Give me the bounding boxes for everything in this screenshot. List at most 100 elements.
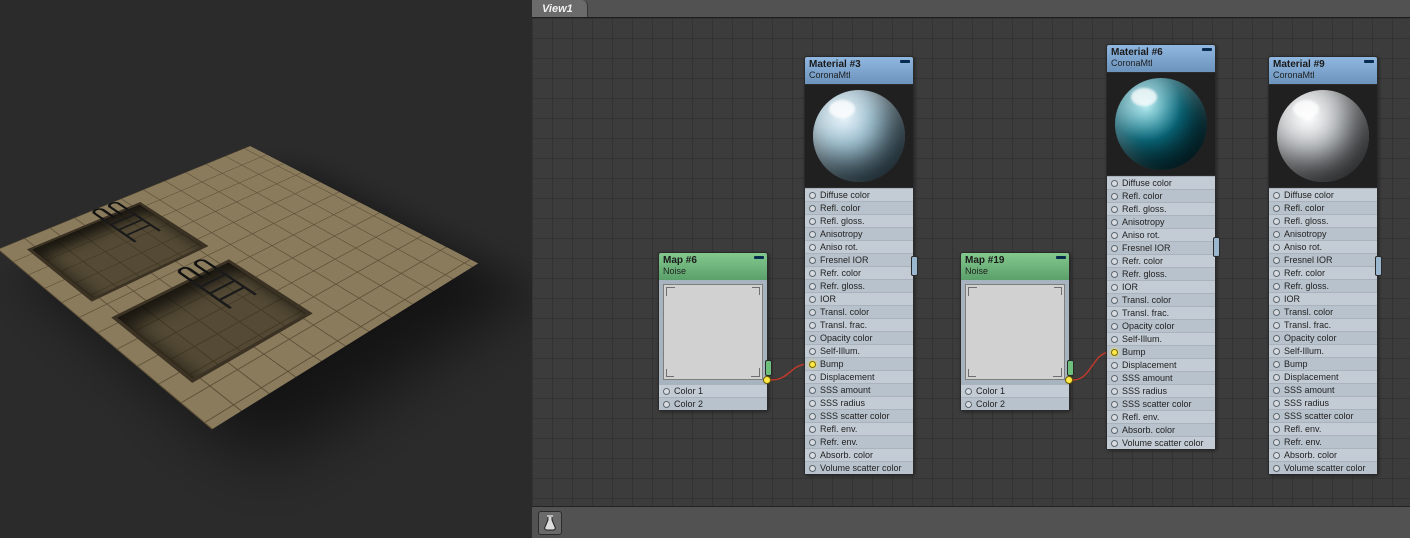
- node-canvas[interactable]: Map #6NoiseColor 1Color 2 Map #19Noise Col…: [532, 18, 1410, 506]
- slot[interactable]: Anisotropy: [1269, 227, 1377, 240]
- slot[interactable]: Color 2: [961, 397, 1069, 410]
- slot-socket[interactable]: [809, 361, 816, 368]
- slot-socket[interactable]: [965, 388, 972, 395]
- slot-socket[interactable]: [809, 322, 816, 329]
- slot-socket[interactable]: [809, 413, 816, 420]
- slot[interactable]: Opacity color: [805, 331, 913, 344]
- slot[interactable]: Refr. gloss.: [1107, 267, 1215, 280]
- slot[interactable]: Diffuse color: [1269, 188, 1377, 201]
- slot[interactable]: Transl. color: [1269, 305, 1377, 318]
- slot[interactable]: Self-Illum.: [1107, 332, 1215, 345]
- slot-socket[interactable]: [809, 335, 816, 342]
- slot-socket[interactable]: [809, 348, 816, 355]
- slot[interactable]: IOR: [805, 292, 913, 305]
- slot-socket[interactable]: [809, 400, 816, 407]
- node-output[interactable]: [911, 256, 918, 276]
- material-preview[interactable]: [1107, 72, 1215, 176]
- slot-socket[interactable]: [1111, 271, 1118, 278]
- slot[interactable]: Bump: [805, 357, 913, 370]
- node-mat6[interactable]: Material #6CoronaMtlDiffuse colorRefl. c…: [1106, 44, 1216, 450]
- slot[interactable]: Refr. color: [1269, 266, 1377, 279]
- slot-socket[interactable]: [809, 374, 816, 381]
- slot-socket[interactable]: [809, 439, 816, 446]
- slot-socket[interactable]: [1111, 349, 1118, 356]
- slot-socket[interactable]: [1111, 362, 1118, 369]
- slot-socket[interactable]: [809, 257, 816, 264]
- slot-socket[interactable]: [1111, 284, 1118, 291]
- slot[interactable]: Opacity color: [1269, 331, 1377, 344]
- slot[interactable]: Transl. color: [1107, 293, 1215, 306]
- slot[interactable]: Volume scatter color: [1269, 461, 1377, 474]
- slot-socket[interactable]: [1273, 309, 1280, 316]
- node-header[interactable]: Material #6CoronaMtl: [1107, 45, 1215, 72]
- slot[interactable]: Fresnel IOR: [1107, 241, 1215, 254]
- slot-socket[interactable]: [809, 465, 816, 472]
- node-output[interactable]: [1067, 360, 1074, 376]
- slot-socket[interactable]: [1111, 232, 1118, 239]
- slot[interactable]: Absorb. color: [1107, 423, 1215, 436]
- slot-socket[interactable]: [1273, 439, 1280, 446]
- slot-socket[interactable]: [809, 452, 816, 459]
- slot[interactable]: IOR: [1107, 280, 1215, 293]
- slot[interactable]: Opacity color: [1107, 319, 1215, 332]
- slot[interactable]: IOR: [1269, 292, 1377, 305]
- slot-socket[interactable]: [1273, 244, 1280, 251]
- slot[interactable]: Fresnel IOR: [805, 253, 913, 266]
- slot-socket[interactable]: [1111, 206, 1118, 213]
- slot[interactable]: Refl. color: [1107, 189, 1215, 202]
- slot-socket[interactable]: [1273, 374, 1280, 381]
- slot-socket[interactable]: [1111, 323, 1118, 330]
- slot[interactable]: Refl. env.: [1269, 422, 1377, 435]
- slot-socket[interactable]: [1273, 257, 1280, 264]
- map-preview[interactable]: [663, 284, 763, 380]
- slot-socket[interactable]: [809, 426, 816, 433]
- node-output-socket[interactable]: [763, 376, 771, 384]
- slot-socket[interactable]: [1273, 231, 1280, 238]
- slot[interactable]: Refr. color: [805, 266, 913, 279]
- slot-socket[interactable]: [1273, 400, 1280, 407]
- node-mat9[interactable]: Material #9CoronaMtlDiffuse colorRefl. c…: [1268, 56, 1378, 475]
- slot-socket[interactable]: [809, 218, 816, 225]
- slot-socket[interactable]: [663, 388, 670, 395]
- slot[interactable]: Fresnel IOR: [1269, 253, 1377, 266]
- slot-socket[interactable]: [1111, 180, 1118, 187]
- node-output[interactable]: [1375, 256, 1382, 276]
- slot-socket[interactable]: [809, 387, 816, 394]
- slot-socket[interactable]: [1111, 193, 1118, 200]
- slot-socket[interactable]: [1111, 258, 1118, 265]
- slot-socket[interactable]: [809, 296, 816, 303]
- node-header[interactable]: Map #19Noise: [961, 253, 1069, 280]
- slot-socket[interactable]: [1111, 375, 1118, 382]
- slot-socket[interactable]: [809, 205, 816, 212]
- slot[interactable]: Refr. color: [1107, 254, 1215, 267]
- slot-socket[interactable]: [1273, 270, 1280, 277]
- viewport-3d[interactable]: [0, 0, 532, 538]
- slot[interactable]: SSS radius: [1107, 384, 1215, 397]
- slot-socket[interactable]: [1273, 413, 1280, 420]
- slot[interactable]: Color 1: [961, 384, 1069, 397]
- slot-socket[interactable]: [1111, 219, 1118, 226]
- node-header[interactable]: Material #9CoronaMtl: [1269, 57, 1377, 84]
- slot[interactable]: SSS radius: [1269, 396, 1377, 409]
- slot[interactable]: Absorb. color: [805, 448, 913, 461]
- slot-socket[interactable]: [809, 309, 816, 316]
- collapse-icon[interactable]: [1056, 256, 1066, 259]
- material-preview[interactable]: [1269, 84, 1377, 188]
- slot[interactable]: Volume scatter color: [1107, 436, 1215, 449]
- node-header[interactable]: Material #3CoronaMtl: [805, 57, 913, 84]
- slot[interactable]: Refr. env.: [805, 435, 913, 448]
- node-output[interactable]: [1213, 237, 1220, 257]
- slot[interactable]: Absorb. color: [1269, 448, 1377, 461]
- slot[interactable]: SSS radius: [805, 396, 913, 409]
- slot-socket[interactable]: [809, 192, 816, 199]
- slot[interactable]: Displacement: [1269, 370, 1377, 383]
- slot-socket[interactable]: [1273, 465, 1280, 472]
- collapse-icon[interactable]: [1202, 48, 1212, 51]
- slot[interactable]: SSS scatter color: [1269, 409, 1377, 422]
- node-map6[interactable]: Map #6NoiseColor 1Color 2: [658, 252, 768, 411]
- slot[interactable]: Displacement: [1107, 358, 1215, 371]
- slot[interactable]: Refr. gloss.: [1269, 279, 1377, 292]
- slot[interactable]: Displacement: [805, 370, 913, 383]
- slot-socket[interactable]: [1111, 440, 1118, 447]
- slot[interactable]: Aniso rot.: [805, 240, 913, 253]
